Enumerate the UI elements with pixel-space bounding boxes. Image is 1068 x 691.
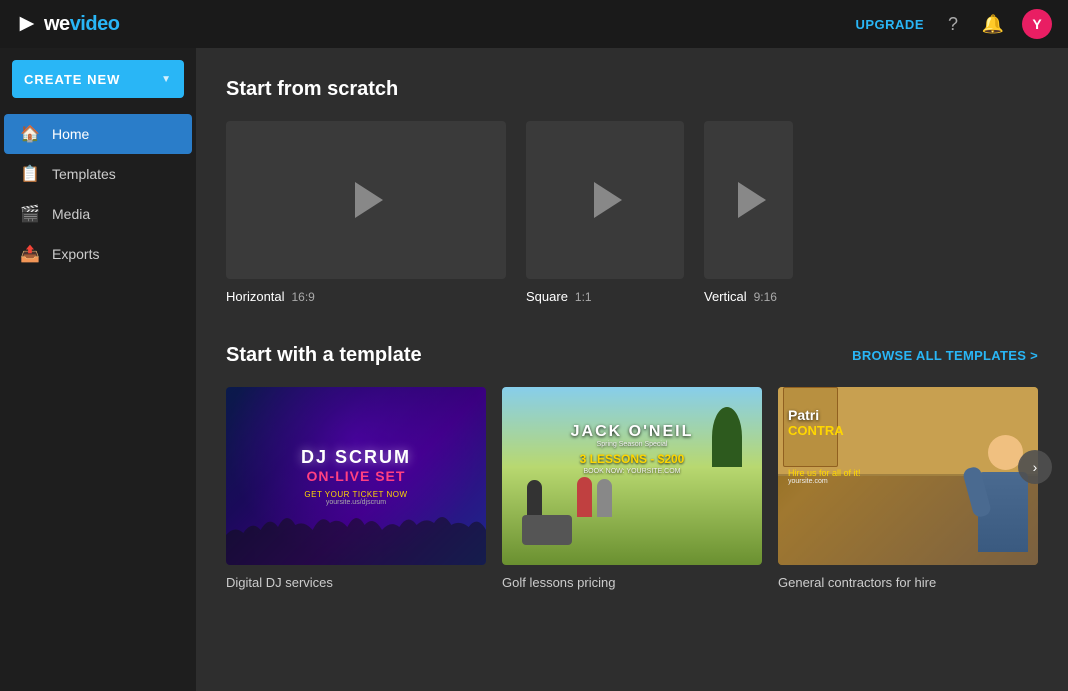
sidebar-item-exports[interactable]: 📤 Exports: [4, 234, 192, 274]
main-layout: CREATE NEW ▼ 🏠 Home 📋 Templates 🎬 Media …: [0, 48, 1068, 691]
scratch-label-horizontal: Horizontal 16:9: [226, 289, 506, 304]
contractor-text: Patri CONTRA Hire us for all of it! your…: [788, 407, 861, 485]
scratch-label-vertical: Vertical 9:16: [704, 289, 793, 304]
sidebar-label-exports: Exports: [52, 246, 99, 262]
avatar[interactable]: Y: [1022, 9, 1052, 39]
logo[interactable]: wevideo: [16, 13, 119, 36]
scratch-card-square[interactable]: Square 1:1: [526, 121, 684, 304]
templates-icon: 📋: [20, 164, 40, 184]
dj-text: DJ SCRUM ON-LIVE SET GET YOUR TICKET NOW…: [301, 447, 411, 506]
template-card-contractor[interactable]: Patri CONTRA Hire us for all of it! your…: [778, 387, 1038, 590]
golf-tree: [712, 407, 742, 467]
scratch-card-vertical[interactable]: Vertical 9:16: [704, 121, 793, 304]
contractor-site: yoursite.com: [788, 478, 861, 485]
golf-book: BOOK NOW: YOURSITE.COM: [571, 468, 694, 475]
scratch-thumb-square: [526, 121, 684, 279]
template-thumb-golf: JACK O'NEIL Spring Season Special 3 LESS…: [502, 387, 762, 565]
scratch-grid: Horizontal 16:9 Square 1:1: [226, 121, 1038, 304]
notifications-icon[interactable]: 🔔: [982, 13, 1004, 35]
dj-site: yoursite.us/djscrum: [301, 499, 411, 506]
golf-thumb-inner: JACK O'NEIL Spring Season Special 3 LESS…: [502, 387, 762, 565]
scratch-label-square: Square 1:1: [526, 289, 684, 304]
create-new-button[interactable]: CREATE NEW ▼: [12, 60, 184, 98]
upgrade-button[interactable]: UPGRADE: [855, 17, 924, 32]
contractor-cta: Hire us for all of it!: [788, 468, 861, 478]
home-icon: 🏠: [20, 124, 40, 144]
play-arrow-icon: [594, 182, 622, 218]
create-new-label: CREATE NEW: [24, 72, 120, 87]
play-arrow-icon: [355, 182, 383, 218]
dj-subtitle: ON-LIVE SET: [301, 468, 411, 484]
contractor-thumb-inner: Patri CONTRA Hire us for all of it! your…: [778, 387, 1038, 565]
golf-brand: JACK O'NEIL: [571, 423, 694, 441]
template-thumb-dj: DJ SCRUM ON-LIVE SET GET YOUR TICKET NOW…: [226, 387, 486, 565]
sidebar-label-media: Media: [52, 206, 90, 222]
scratch-section-title: Start from scratch: [226, 78, 1038, 101]
create-btn-wrapper: CREATE NEW ▼: [0, 60, 196, 114]
exports-icon: 📤: [20, 244, 40, 264]
browse-all-link[interactable]: BROWSE ALL TEMPLATES >: [852, 348, 1038, 363]
sidebar-label-templates: Templates: [52, 166, 116, 182]
template-card-dj[interactable]: DJ SCRUM ON-LIVE SET GET YOUR TICKET NOW…: [226, 387, 486, 590]
top-nav: wevideo UPGRADE ? 🔔 Y: [0, 0, 1068, 48]
play-arrow-icon: [738, 182, 766, 218]
sidebar-item-templates[interactable]: 📋 Templates: [4, 154, 192, 194]
scratch-card-horizontal[interactable]: Horizontal 16:9: [226, 121, 506, 304]
chevron-down-icon: ▼: [161, 74, 172, 85]
nav-left: wevideo: [16, 13, 119, 36]
logo-text: wevideo: [44, 13, 119, 36]
template-thumb-contractor: Patri CONTRA Hire us for all of it! your…: [778, 387, 1038, 565]
scratch-thumb-vertical: [704, 121, 793, 279]
dj-cta: GET YOUR TICKET NOW: [301, 490, 411, 499]
template-header: Start with a template BROWSE ALL TEMPLAT…: [226, 344, 1038, 367]
dj-thumb-inner: DJ SCRUM ON-LIVE SET GET YOUR TICKET NOW…: [226, 387, 486, 565]
sidebar-item-home[interactable]: 🏠 Home: [4, 114, 192, 154]
dj-name: DJ SCRUM: [301, 447, 411, 468]
media-icon: 🎬: [20, 204, 40, 224]
contractor-name: Patri: [788, 407, 861, 423]
template-label-dj: Digital DJ services: [226, 575, 486, 590]
sidebar-item-media[interactable]: 🎬 Media: [4, 194, 192, 234]
golf-text: JACK O'NEIL Spring Season Special 3 LESS…: [571, 423, 694, 475]
next-arrow-button[interactable]: ›: [1018, 450, 1052, 484]
golf-lessons: 3 LESSONS - $200: [571, 452, 694, 466]
template-section-title: Start with a template: [226, 344, 422, 367]
contractor-subtitle: CONTRA: [788, 423, 861, 438]
template-card-golf[interactable]: JACK O'NEIL Spring Season Special 3 LESS…: [502, 387, 762, 590]
help-icon[interactable]: ?: [942, 13, 964, 35]
template-grid: DJ SCRUM ON-LIVE SET GET YOUR TICKET NOW…: [226, 387, 1038, 590]
scratch-thumb-horizontal: [226, 121, 506, 279]
nav-right: UPGRADE ? 🔔 Y: [855, 9, 1052, 39]
sidebar-label-home: Home: [52, 126, 89, 142]
template-label-golf: Golf lessons pricing: [502, 575, 762, 590]
sidebar: CREATE NEW ▼ 🏠 Home 📋 Templates 🎬 Media …: [0, 48, 196, 691]
main-content: Start from scratch Horizontal 16:9 Squar…: [196, 48, 1068, 691]
golf-figures: [522, 485, 622, 545]
golf-tagline: Spring Season Special: [571, 441, 694, 448]
template-label-contractor: General contractors for hire: [778, 575, 1038, 590]
